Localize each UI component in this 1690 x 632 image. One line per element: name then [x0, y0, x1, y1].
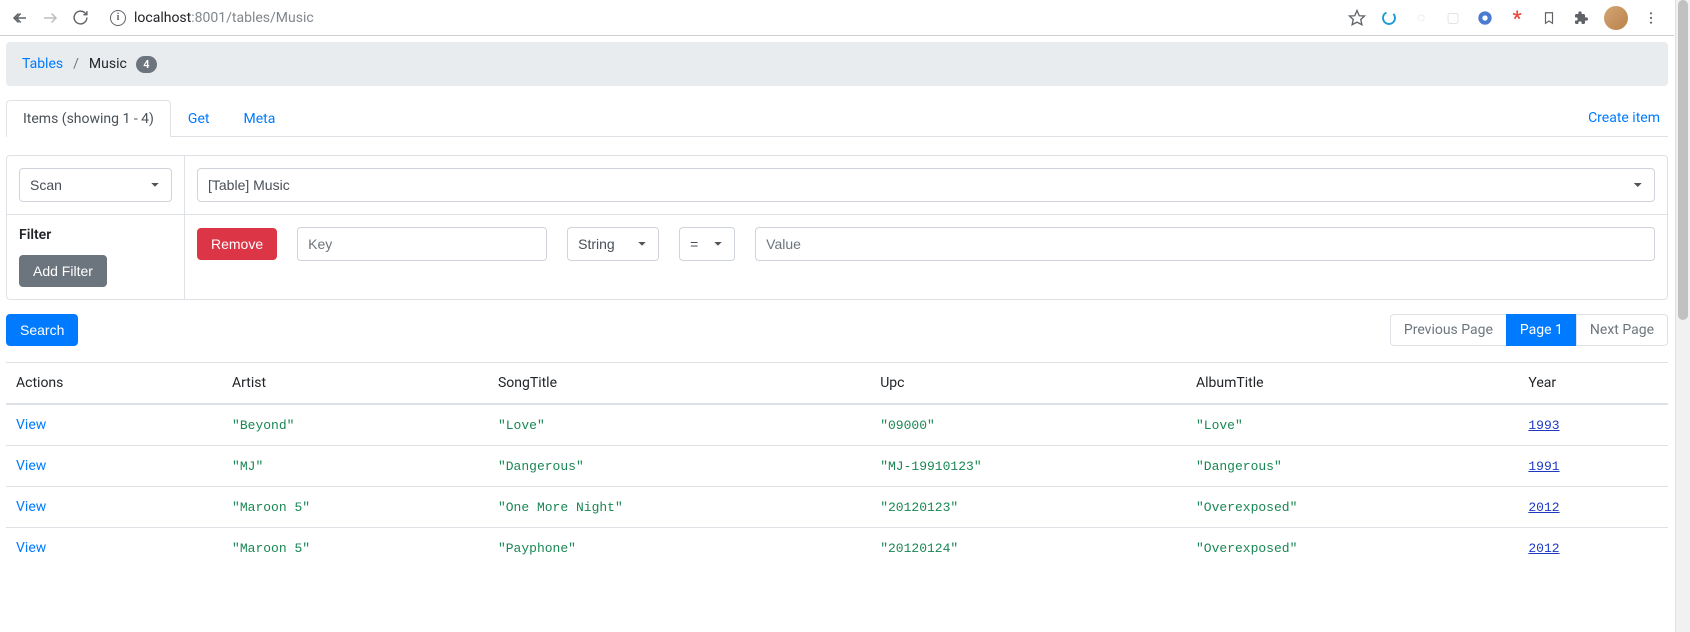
extension-icon-3[interactable]: ▢: [1444, 9, 1462, 27]
view-link[interactable]: View: [16, 458, 46, 474]
cell-albumtitle: "Overexposed": [1196, 500, 1297, 515]
site-info-icon[interactable]: i: [110, 10, 126, 26]
col-artist: Artist: [222, 363, 488, 405]
browser-toolbar: i localhost:8001/tables/Music ◌ ▢ *: [0, 0, 1674, 36]
profile-avatar[interactable]: [1604, 6, 1628, 30]
browser-actions: ◌ ▢ *: [1348, 6, 1666, 30]
scrollbar[interactable]: [1675, 0, 1690, 632]
extension-icon-4[interactable]: [1476, 9, 1494, 27]
cell-artist: "MJ": [232, 459, 263, 474]
col-year: Year: [1518, 363, 1668, 405]
tab-items[interactable]: Items (showing 1 - 4): [6, 100, 171, 137]
cell-upc: "MJ-19910123": [880, 459, 981, 474]
cell-albumtitle: "Dangerous": [1196, 459, 1282, 474]
arrow-right-icon: [41, 9, 59, 27]
filter-key-input[interactable]: [297, 227, 547, 261]
table-row: View "Maroon 5" "Payphone" "20120124" "Overe…: [6, 528, 1668, 569]
search-button[interactable]: Search: [6, 314, 78, 346]
scrollbar-thumb[interactable]: [1678, 0, 1688, 320]
breadcrumb: Tables / Music 4: [6, 42, 1668, 86]
filter-value-input[interactable]: [755, 227, 1655, 261]
url-text: localhost:8001/tables/Music: [134, 10, 314, 26]
pagination: Previous Page Page 1 Next Page: [1390, 314, 1668, 346]
cell-artist: "Beyond": [232, 418, 294, 433]
table-row: View "Beyond" "Love" "09000" "Love" 1993: [6, 404, 1668, 446]
breadcrumb-current: Music 4: [89, 56, 157, 72]
results-table: Actions Artist SongTitle Upc AlbumTitle …: [6, 362, 1668, 568]
bookmark-icon[interactable]: [1540, 9, 1558, 27]
next-page-button[interactable]: Next Page: [1576, 314, 1668, 346]
view-link[interactable]: View: [16, 540, 46, 556]
kebab-menu-icon[interactable]: [1642, 9, 1660, 27]
query-target-select[interactable]: [Table] Music: [197, 168, 1655, 202]
query-panel: Scan Filter Add Filter [Table] Music Rem…: [6, 155, 1668, 300]
cell-year: 2012: [1528, 541, 1559, 556]
col-actions: Actions: [6, 363, 222, 405]
breadcrumb-root-link[interactable]: Tables: [22, 56, 63, 72]
action-row: Search Previous Page Page 1 Next Page: [6, 314, 1668, 346]
forward-button[interactable]: [38, 6, 62, 30]
remove-filter-button[interactable]: Remove: [197, 228, 277, 260]
add-filter-button[interactable]: Add Filter: [19, 255, 107, 287]
create-item-link[interactable]: Create item: [1580, 100, 1668, 136]
filter-heading: Filter: [19, 227, 172, 243]
col-upc: Upc: [870, 363, 1186, 405]
col-albumtitle: AlbumTitle: [1186, 363, 1518, 405]
tab-get[interactable]: Get: [171, 100, 227, 137]
extension-icon-1[interactable]: [1380, 9, 1398, 27]
cell-songtitle: "One More Night": [498, 500, 623, 515]
back-button[interactable]: [8, 6, 32, 30]
view-link[interactable]: View: [16, 417, 46, 433]
tab-meta[interactable]: Meta: [226, 100, 292, 137]
filter-type-select[interactable]: String: [567, 227, 659, 261]
query-mode-select[interactable]: Scan: [19, 168, 172, 202]
arrow-left-icon: [11, 9, 29, 27]
col-songtitle: SongTitle: [488, 363, 870, 405]
cell-albumtitle: "Love": [1196, 418, 1243, 433]
filter-row: Remove String =: [197, 227, 1655, 261]
extensions-puzzle-icon[interactable]: [1572, 9, 1590, 27]
tabs: Items (showing 1 - 4) Get Meta Create it…: [6, 100, 1668, 137]
filter-operator-select[interactable]: =: [679, 227, 735, 261]
cell-albumtitle: "Overexposed": [1196, 541, 1297, 556]
current-page-button[interactable]: Page 1: [1506, 314, 1577, 346]
table-row: View "Maroon 5" "One More Night" "20120123"…: [6, 487, 1668, 528]
prev-page-button[interactable]: Previous Page: [1390, 314, 1507, 346]
star-icon[interactable]: [1348, 9, 1366, 27]
cell-year: 1993: [1528, 418, 1559, 433]
extension-icon-5[interactable]: *: [1508, 9, 1526, 27]
cell-year: 2012: [1528, 500, 1559, 515]
count-badge: 4: [136, 56, 156, 73]
cell-artist: "Maroon 5": [232, 541, 310, 556]
cell-songtitle: "Payphone": [498, 541, 576, 556]
address-bar[interactable]: i localhost:8001/tables/Music: [98, 10, 1342, 26]
reload-icon: [72, 9, 89, 26]
reload-button[interactable]: [68, 6, 92, 30]
table-row: View "MJ" "Dangerous" "MJ-19910123" "Dangero…: [6, 446, 1668, 487]
extension-icon-2[interactable]: ◌: [1412, 9, 1430, 27]
cell-year: 1991: [1528, 459, 1559, 474]
breadcrumb-separator: /: [73, 56, 79, 72]
view-link[interactable]: View: [16, 499, 46, 515]
cell-upc: "09000": [880, 418, 935, 433]
cell-upc: "20120124": [880, 541, 958, 556]
cell-songtitle: "Love": [498, 418, 545, 433]
cell-upc: "20120123": [880, 500, 958, 515]
cell-artist: "Maroon 5": [232, 500, 310, 515]
cell-songtitle: "Dangerous": [498, 459, 584, 474]
